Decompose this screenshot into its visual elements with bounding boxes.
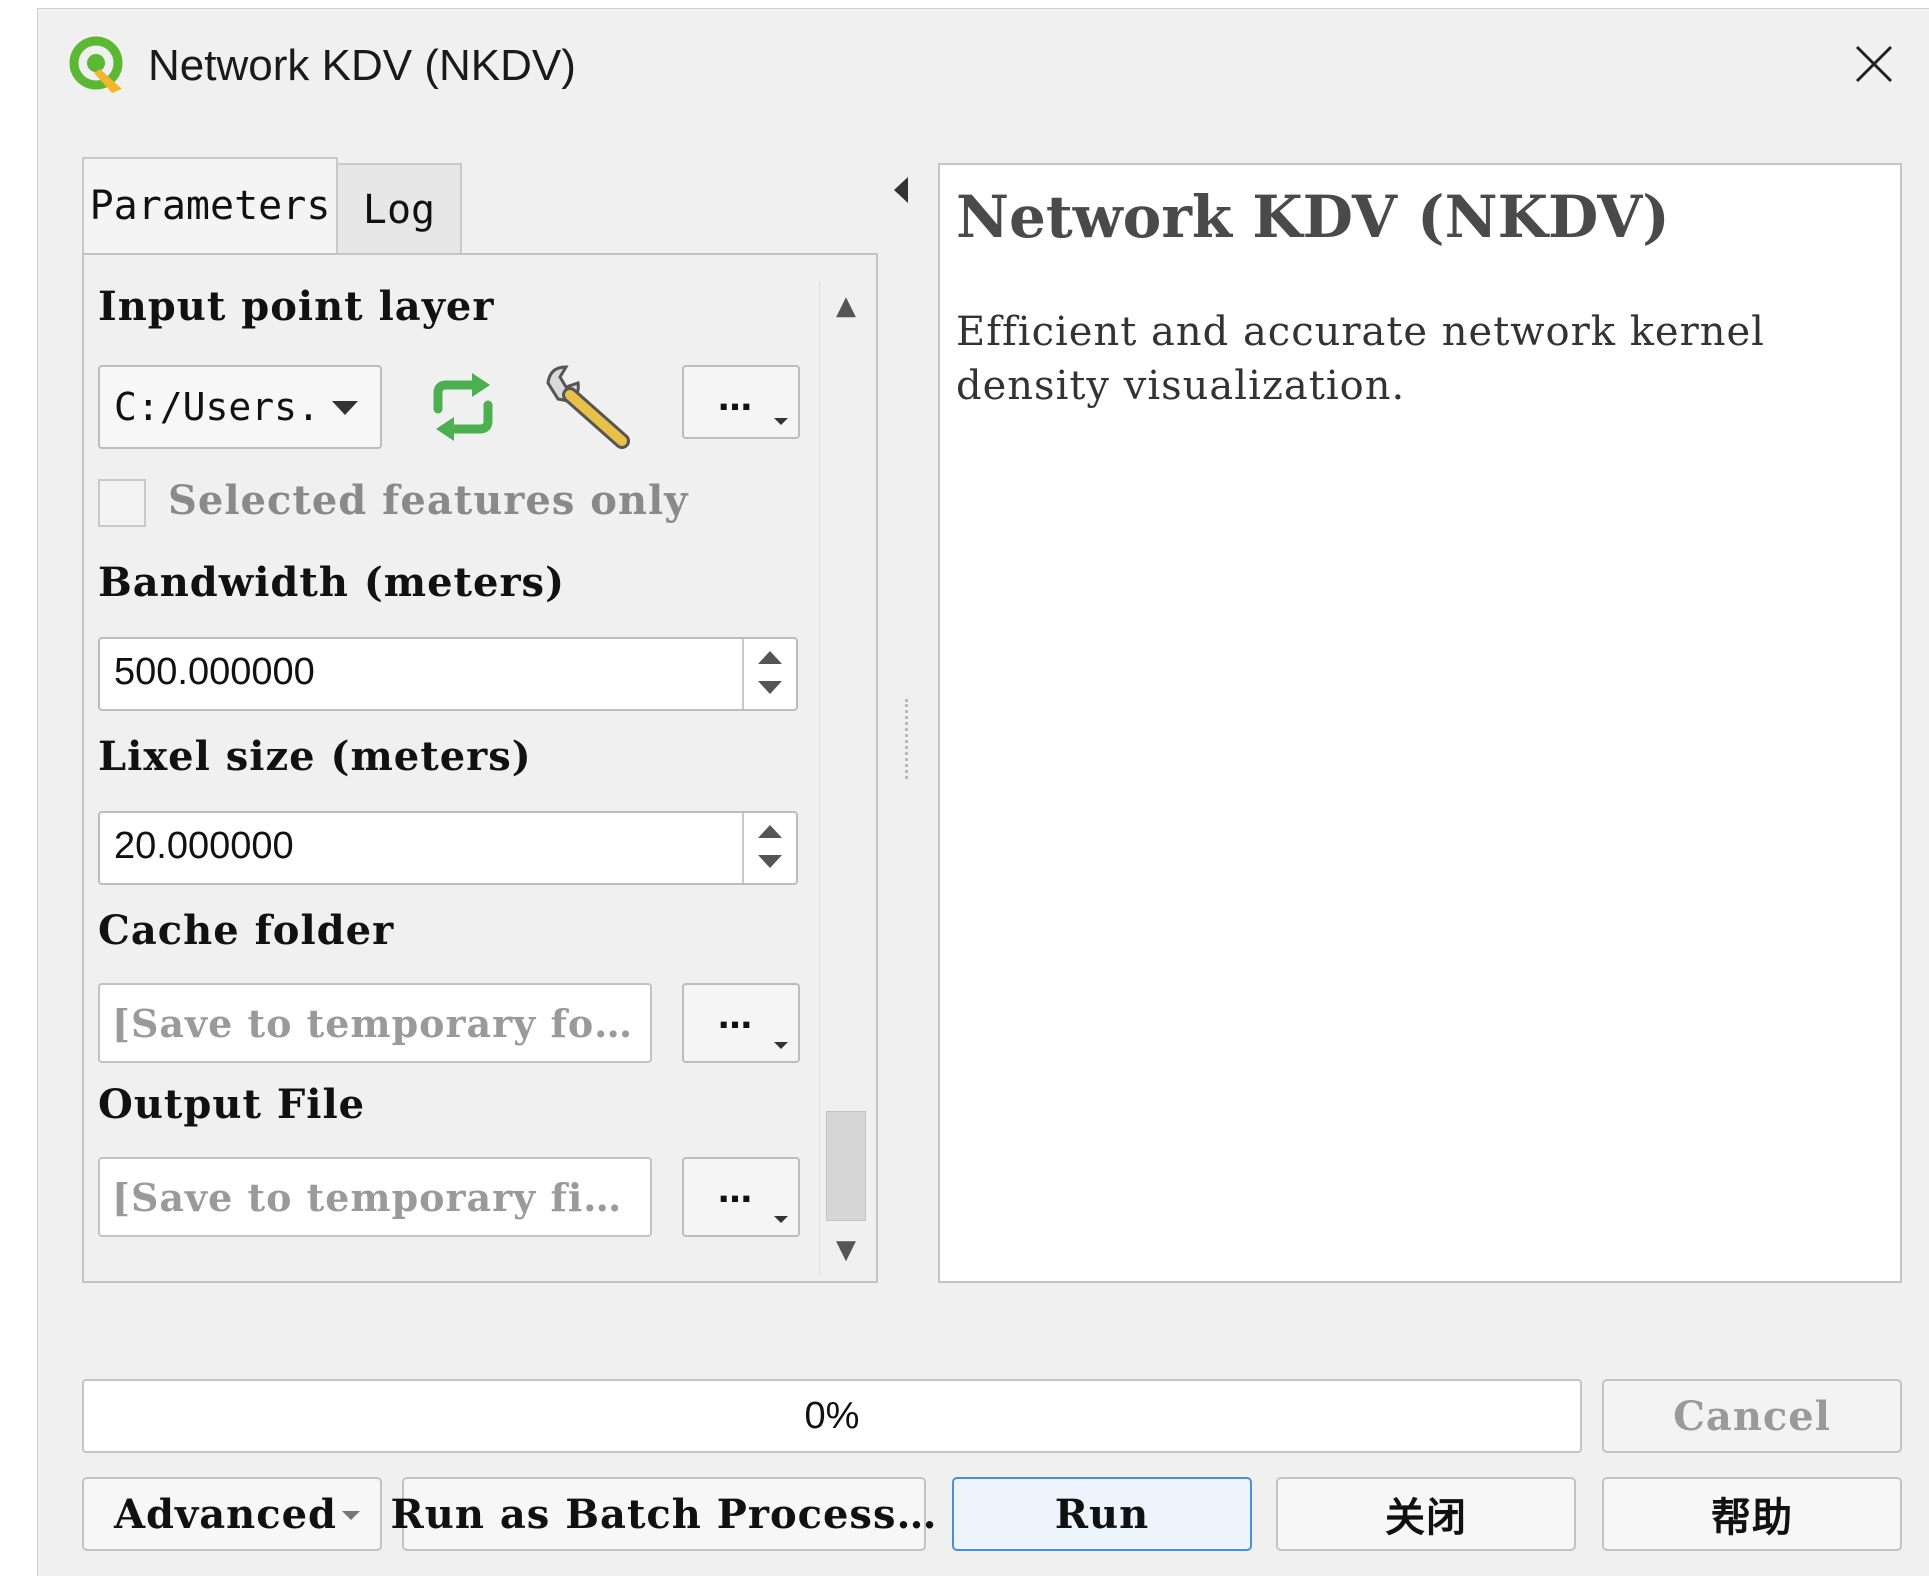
help-panel: Network KDV (NKDV) Efficient and accurat… [938, 163, 1902, 1283]
arrow-up-icon [758, 651, 782, 664]
input-point-layer-value: C:/Users. [114, 385, 320, 429]
help-description: Efficient and accurate network kernel de… [956, 309, 1765, 409]
advanced-button[interactable]: Advanced [82, 1477, 382, 1551]
output-file-input[interactable]: [Save to temporary fi… [98, 1157, 652, 1237]
help-button[interactable]: 帮助 [1602, 1477, 1902, 1551]
window-title: Network KDV (NKDV) [148, 41, 576, 90]
lixel-size-stepper[interactable] [742, 813, 796, 883]
bandwidth-value: 500.000000 [114, 651, 315, 693]
bandwidth-stepper[interactable] [742, 639, 796, 709]
advanced-button-label: Advanced [114, 1490, 338, 1538]
parameters-panel: Input point layer C:/Users. … Selected f… [82, 253, 878, 1283]
progress-label: 0% [804, 1395, 860, 1437]
ellipsis-icon: … [718, 379, 752, 419]
bandwidth-label: Bandwidth (meters) [98, 559, 566, 606]
run-button[interactable]: Run [952, 1477, 1252, 1551]
chevron-down-icon [332, 401, 358, 415]
help-title: Network KDV (NKDV) [956, 183, 1670, 251]
ellipsis-icon: … [718, 997, 752, 1037]
ellipsis-icon: … [718, 1171, 752, 1211]
arrow-down-icon [758, 855, 782, 868]
wrench-icon[interactable] [538, 361, 638, 451]
bandwidth-spinbox[interactable]: 500.000000 [98, 637, 798, 711]
processing-dialog: Network KDV (NKDV) Parameters Log Input … [37, 8, 1929, 1576]
arrow-up-icon [758, 825, 782, 838]
parameters-scroll-area: Input point layer C:/Users. … Selected f… [98, 273, 804, 1273]
scroll-down-icon[interactable]: ▼ [820, 1225, 872, 1275]
arrow-down-icon [758, 681, 782, 694]
parameters-scrollbar[interactable]: ▲ ▼ [819, 281, 872, 1275]
selected-features-only-checkbox[interactable] [98, 479, 146, 527]
chevron-down-icon [774, 1042, 788, 1049]
scrollbar-thumb[interactable] [826, 1111, 866, 1221]
cache-folder-label: Cache folder [98, 907, 395, 954]
run-batch-button[interactable]: Run as Batch Process… [391, 1477, 936, 1551]
lixel-size-value: 20.000000 [114, 825, 294, 867]
cancel-button[interactable]: Cancel [1602, 1379, 1902, 1453]
lixel-size-label: Lixel size (meters) [98, 733, 532, 780]
output-file-label: Output File [98, 1081, 366, 1128]
selected-features-only-label: Selected features only [168, 477, 689, 524]
input-layer-options-button[interactable]: … [682, 365, 800, 439]
input-point-layer-label: Input point layer [98, 283, 495, 330]
chevron-down-icon [774, 1216, 788, 1223]
cache-folder-input[interactable]: [Save to temporary fo… [98, 983, 652, 1063]
close-button[interactable]: 关闭 [1276, 1477, 1576, 1551]
tab-log[interactable]: Log [336, 163, 462, 255]
chevron-down-icon [774, 418, 788, 425]
cache-folder-browse-button[interactable]: … [682, 983, 800, 1063]
input-point-layer-combo[interactable]: C:/Users. [98, 365, 382, 449]
tab-parameters[interactable]: Parameters [82, 157, 338, 253]
output-file-browse-button[interactable]: … [682, 1157, 800, 1237]
title-bar: Network KDV (NKDV) [38, 9, 1929, 119]
qgis-logo-icon [69, 36, 123, 93]
collapse-help-icon[interactable] [894, 177, 908, 203]
scroll-up-icon[interactable]: ▲ [820, 281, 872, 331]
iterate-refresh-icon[interactable] [418, 369, 508, 445]
lixel-size-spinbox[interactable]: 20.000000 [98, 811, 798, 885]
panel-splitter[interactable] [905, 699, 912, 779]
progress-bar: 0% [82, 1379, 1582, 1453]
close-icon[interactable] [1841, 31, 1907, 97]
chevron-down-icon [342, 1511, 360, 1520]
